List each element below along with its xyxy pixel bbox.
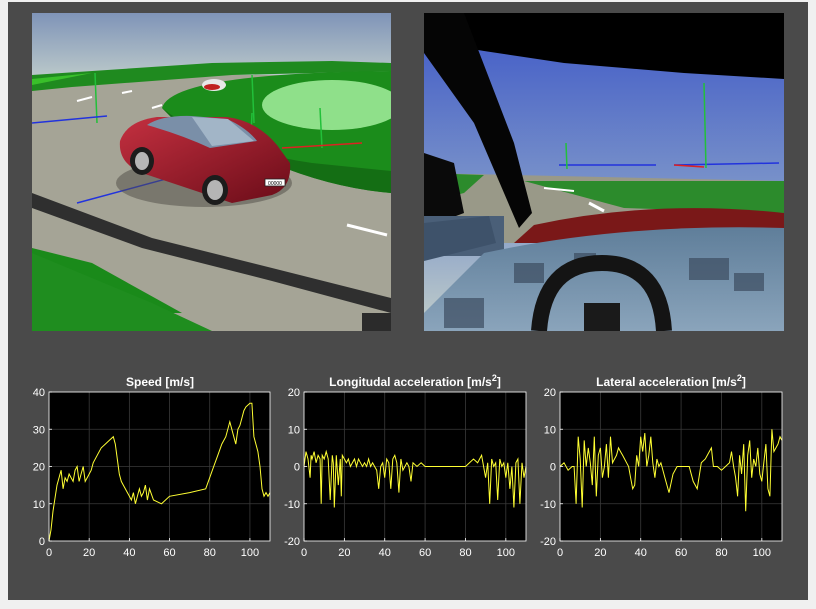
y-tick-label: 30 — [33, 424, 45, 436]
x-tick-label: 100 — [753, 547, 771, 559]
x-tick-label: 20 — [83, 547, 95, 559]
chart-title: Longitudal acceleration [m/s2] — [329, 373, 501, 389]
lateral-acceleration-chart: Lateral acceleration [m/s2] 0 20 40 60 80 100… — [534, 370, 794, 560]
x-tick-label: 100 — [497, 547, 515, 559]
longitudinal-chart-svg: Longitudal acceleration [m/s2] 0 20 40 60 80… — [284, 373, 527, 559]
x-tick-label: 40 — [635, 547, 647, 559]
x-tick-label: 40 — [123, 547, 135, 559]
speed-chart: Speed [m/s] 0 20 40 60 80 100 0 10 20 30 40 — [28, 370, 288, 560]
x-tick-label: 60 — [675, 547, 687, 559]
x-tick-label: 0 — [301, 547, 307, 559]
y-tick-label: -20 — [284, 536, 300, 548]
longitudinal-acceleration-chart: Longitudal acceleration [m/s2] 0 20 40 60 80… — [278, 370, 538, 560]
chart-title: Lateral acceleration [m/s2] — [596, 373, 746, 389]
lateral-chart-svg: Lateral acceleration [m/s2] 0 20 40 60 80 100… — [540, 373, 783, 559]
chart-title: Speed [m/s] — [126, 375, 194, 389]
x-tick-label: 0 — [557, 547, 563, 559]
x-tick-label: 80 — [715, 547, 727, 559]
x-tick-label: 60 — [163, 547, 175, 559]
x-tick-label: 100 — [241, 547, 259, 559]
driver-scene — [424, 13, 784, 331]
y-tick-label: 0 — [294, 462, 300, 474]
y-tick-label: 0 — [550, 462, 556, 474]
distant-car — [202, 79, 226, 91]
y-tick-label: 10 — [544, 424, 556, 436]
x-tick-label: 20 — [594, 547, 606, 559]
y-tick-label: 20 — [288, 387, 300, 399]
y-tick-label: 10 — [33, 499, 45, 511]
x-tick-label: 60 — [419, 547, 431, 559]
y-tick-label: 40 — [33, 387, 45, 399]
x-tick-label: 0 — [46, 547, 52, 559]
speed-chart-svg: Speed [m/s] 0 20 40 60 80 100 0 10 20 30 40 — [33, 375, 271, 559]
y-tick-label: 0 — [39, 536, 45, 548]
y-tick-label: -20 — [540, 536, 556, 548]
y-tick-label: 20 — [33, 462, 45, 474]
driver-view — [424, 13, 784, 331]
x-tick-label: 40 — [379, 547, 391, 559]
y-tick-label: -10 — [284, 499, 300, 511]
external-scene: 00000 — [32, 13, 391, 331]
x-tick-label: 80 — [204, 547, 216, 559]
x-tick-label: 20 — [338, 547, 350, 559]
external-view: 00000 — [32, 13, 391, 331]
y-tick-label: -10 — [540, 499, 556, 511]
license-plate: 00000 — [268, 181, 282, 187]
y-tick-label: 20 — [544, 387, 556, 399]
y-tick-label: 10 — [288, 424, 300, 436]
x-tick-label: 80 — [459, 547, 471, 559]
